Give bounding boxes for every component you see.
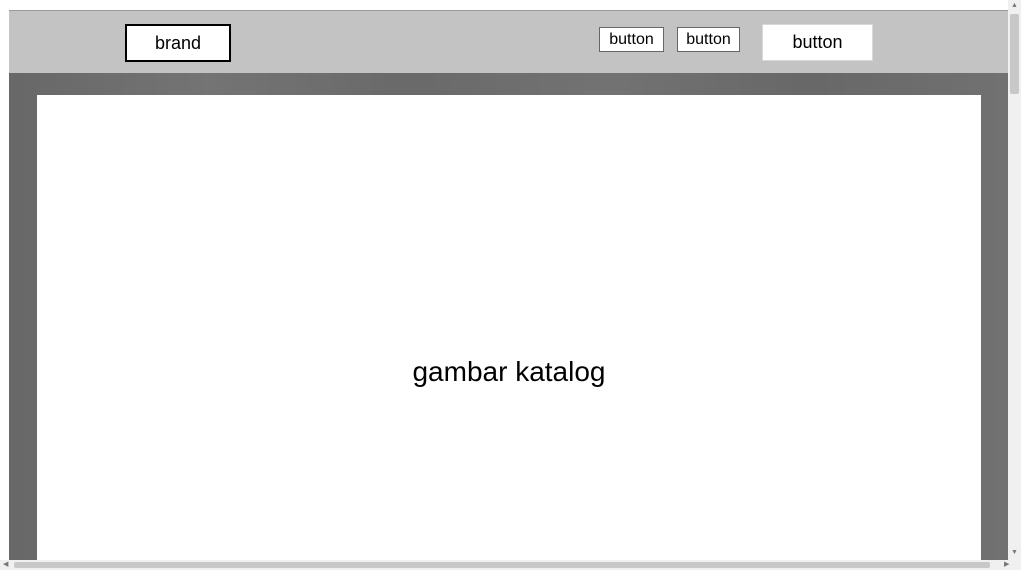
scroll-down-arrow-icon[interactable]: ▼ [1011, 549, 1018, 556]
scroll-left-arrow-icon[interactable]: ◀ [3, 561, 8, 569]
brand-button[interactable]: brand [125, 24, 231, 62]
horizontal-scrollbar[interactable]: ◀ ▶ [0, 560, 1021, 570]
scroll-right-arrow-icon[interactable]: ▶ [1004, 561, 1009, 569]
hero-background: gambar katalog [9, 73, 1008, 560]
horizontal-scroll-thumb[interactable] [14, 562, 990, 568]
nav-button-3[interactable]: button [762, 24, 873, 61]
nav-button-2[interactable]: button [677, 27, 740, 52]
catalog-label: gambar katalog [412, 355, 606, 387]
scroll-up-arrow-icon[interactable]: ▲ [1011, 2, 1018, 9]
vertical-scrollbar[interactable]: ▲ ▼ [1008, 0, 1021, 560]
vertical-scroll-thumb[interactable] [1010, 14, 1019, 94]
nav-button-1[interactable]: button [599, 27, 664, 52]
navbar: brand button button button [9, 10, 1008, 73]
catalog-image-placeholder: gambar katalog [37, 95, 981, 560]
